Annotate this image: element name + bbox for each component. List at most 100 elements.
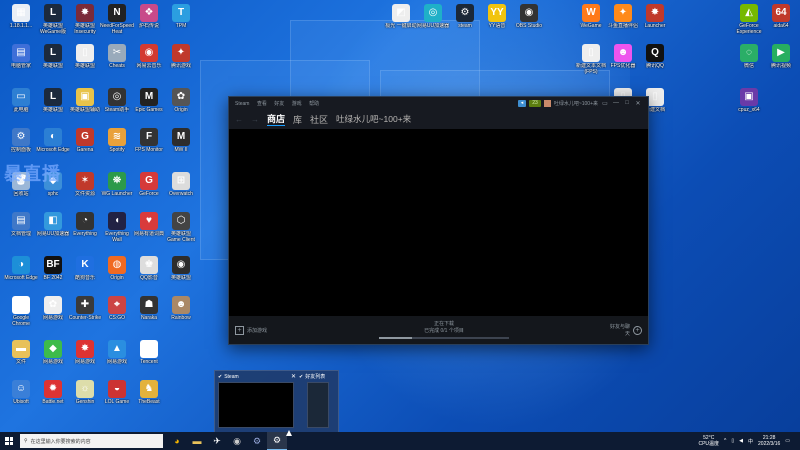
desktop-icon[interactable]: ▤ 电脑管家 [4,44,38,75]
friends-chat-button[interactable]: 好友与聊天 + [608,323,642,337]
desktop-icon[interactable]: L 英雄联盟 WeGame版 [36,4,70,35]
desktop-icon[interactable]: ✚ Counter-Strike [68,296,102,327]
steam-icon[interactable]: ⚙ [247,432,267,450]
menu-friends[interactable]: 好友 [274,101,284,107]
desktop-icon[interactable]: ◑ Microsoft Edge [4,256,38,287]
desktop-icon[interactable]: ▭ 此电脑 [4,88,38,119]
desktop-icon[interactable]: ◌ 微信 [732,44,766,75]
desktop-icon[interactable]: ✸ Launcher [638,4,672,35]
desktop-icon[interactable]: ☻ FPS优化器 [606,44,640,75]
desktop-icon[interactable]: ✿ 网易游戏 [36,296,70,327]
desktop-icon[interactable]: ⬡ 英雄联盟 Game Client [164,212,198,243]
folder-icon[interactable]: ▬ [187,432,207,450]
desktop-icon[interactable]: ◔ Everything [68,212,102,243]
cpu-temp-widget[interactable]: 52°C CPU温度 [698,435,719,447]
broadcast-icon[interactable]: ◂ [517,99,527,107]
desktop-icon[interactable]: ▲ 网易游戏 [100,340,134,371]
desktop-icon[interactable]: BF BF 2042 [36,256,70,287]
desktop-icon[interactable]: G Garena [68,128,102,159]
desktop-icon[interactable]: ▬ 文件 [4,340,38,371]
nav-library[interactable]: 库 [293,113,302,126]
desktop-icon[interactable]: ◍ Origin [100,256,134,287]
taskbar-search[interactable]: ⚲ 在这里输入你要搜索的内容 [20,434,163,448]
desktop-icon[interactable]: M MW II [164,128,198,159]
add-game-button[interactable]: + 添加游戏 [235,325,267,335]
desktop-icon[interactable]: ◭ GeForce Experience [732,4,766,35]
start-button[interactable] [0,432,18,450]
thumbnail-steam-preview[interactable] [218,382,294,428]
desktop-icon[interactable]: N NeedForSpeed Heat [100,4,134,35]
account-menu[interactable]: 吐绿水儿吧~100+来 [554,100,598,107]
desktop-icon[interactable]: ⛯ WG Launcher [100,172,134,203]
desktop-icon[interactable]: ◧ 网易UU加速器 [36,212,70,243]
desktop-icon[interactable]: Q 腾讯QQ [638,44,672,75]
thumbnail-friends-preview[interactable] [307,382,329,428]
desktop-icon[interactable]: ≋ Spotify [100,128,134,159]
volume-icon[interactable]: ◀ [739,438,743,444]
steam-titlebar[interactable]: Steam 查看 好友 游戏 帮助 ◂ 23 吐绿水儿吧~100+来 ▭ — □… [229,97,648,109]
desktop-icon[interactable]: ☺ Ubisoft [4,380,38,411]
desktop-icon[interactable]: ◒ LOL Game [100,380,134,411]
desktop-icon[interactable]: ◩ 极光 一键启动 [384,4,418,35]
desktop-icon[interactable]: M Epic Games [132,88,166,119]
menu-help[interactable]: 帮助 [309,101,319,107]
downloads-status[interactable]: 正在下载 已完成 0/1 个项目 [379,320,509,339]
desktop-icon[interactable]: ♥ 网易有道词典 [132,212,166,243]
ime-icon[interactable]: 中 [748,438,753,445]
desktop-icon[interactable]: ◖ Everything Wall [100,212,134,243]
chrome-icon[interactable]: ◕ [167,432,187,450]
desktop-icon[interactable]: ◉ 网易云音乐 [132,44,166,75]
steam-window[interactable]: Steam 查看 好友 游戏 帮助 ◂ 23 吐绿水儿吧~100+来 ▭ — □… [228,96,649,345]
desktop-icon[interactable]: ◐ Microsoft Edge [36,128,70,159]
clock[interactable]: 21:28 2022/3/16 [758,435,780,447]
desktop-icon[interactable]: ⊞ Overwatch [164,172,198,203]
desktop-icon[interactable]: ◉ OBS Studio [512,4,546,35]
desktop-icon[interactable]: T TPM [164,4,198,35]
desktop-icon[interactable]: ▣ cpuz_x64 [732,88,766,119]
bigpicture-icon[interactable]: ▭ [601,100,609,107]
desktop-icon[interactable]: ❖ 炉石传说 [132,4,166,35]
notification-badge[interactable]: 23 [529,99,541,107]
thumbnail-steam[interactable]: ✔ Steam ✕ [218,373,296,428]
forward-arrow-icon[interactable]: → [251,115,259,124]
maximize-button[interactable]: □ [623,100,631,106]
desktop-icon[interactable]: ✹ Battle.net [36,380,70,411]
desktop-icon[interactable]: W WeGame [574,4,608,35]
desktop-icon[interactable]: ▣ 英雄联盟辅助 [68,88,102,119]
chevron-up-icon[interactable]: ^ [724,438,726,444]
desktop-icon[interactable]: ♚ QQ影音 [132,256,166,287]
desktop-icon[interactable]: ✸ 网易游戏 [68,340,102,371]
menu-games[interactable]: 游戏 [292,101,302,107]
desktop-icon[interactable]: ◕ Google Chrome [4,296,38,327]
back-arrow-icon[interactable]: ← [235,115,243,124]
avatar[interactable] [543,99,551,107]
desktop-icon[interactable]: ▯ Tencent [132,340,166,371]
notification-center-icon[interactable]: ▭ [785,438,790,444]
desktop-icon[interactable]: F FPS Monitor [132,128,166,159]
desktop-icon[interactable]: ☻ Rainbow [164,296,198,327]
desktop-icon[interactable]: ◎ 网易UU加速器 [416,4,450,35]
desktop-icon[interactable]: ⚙ 控制面板 [4,128,38,159]
nav-store[interactable]: 商店 [267,112,286,126]
desktop-icon[interactable]: L 英雄联盟 [36,44,70,75]
desktop-icon[interactable]: ✦ 腾讯游戏 [164,44,198,75]
steam-content-area[interactable] [229,129,648,318]
desktop-icon[interactable]: ▤ 文档管理 [4,212,38,243]
obs-icon[interactable]: ◉ [227,432,247,450]
nav-username[interactable]: 吐绿水儿吧~100+来 [336,113,411,125]
desktop-icon[interactable]: ☼ Genshin [68,380,102,411]
desktop-icon[interactable]: 64 aida64 [764,4,798,35]
desktop-icon[interactable]: G GeForce [132,172,166,203]
desktop-icon[interactable]: YY YY语音 [480,4,514,35]
desktop-icon[interactable]: ▯ 新建文本文档 (FPS) [574,44,608,75]
menu-view[interactable]: 查看 [257,101,267,107]
steam-active-icon[interactable]: ⚙ [267,432,287,450]
desktop-icon[interactable]: ✶ 文件资源 [68,172,102,203]
network-icon[interactable]: ▯ [731,438,734,444]
desktop-icon[interactable]: ✸ 英雄联盟 Insecurity [68,4,102,35]
nav-community[interactable]: 社区 [310,113,328,126]
desktop-icon[interactable]: ✦ 斗鱼直播伴侣 [606,4,640,35]
desktop-icon[interactable]: ✿ Origin [164,88,198,119]
desktop-icon[interactable]: ◉ 英雄联盟 [164,256,198,287]
minimize-button[interactable]: — [612,100,620,106]
